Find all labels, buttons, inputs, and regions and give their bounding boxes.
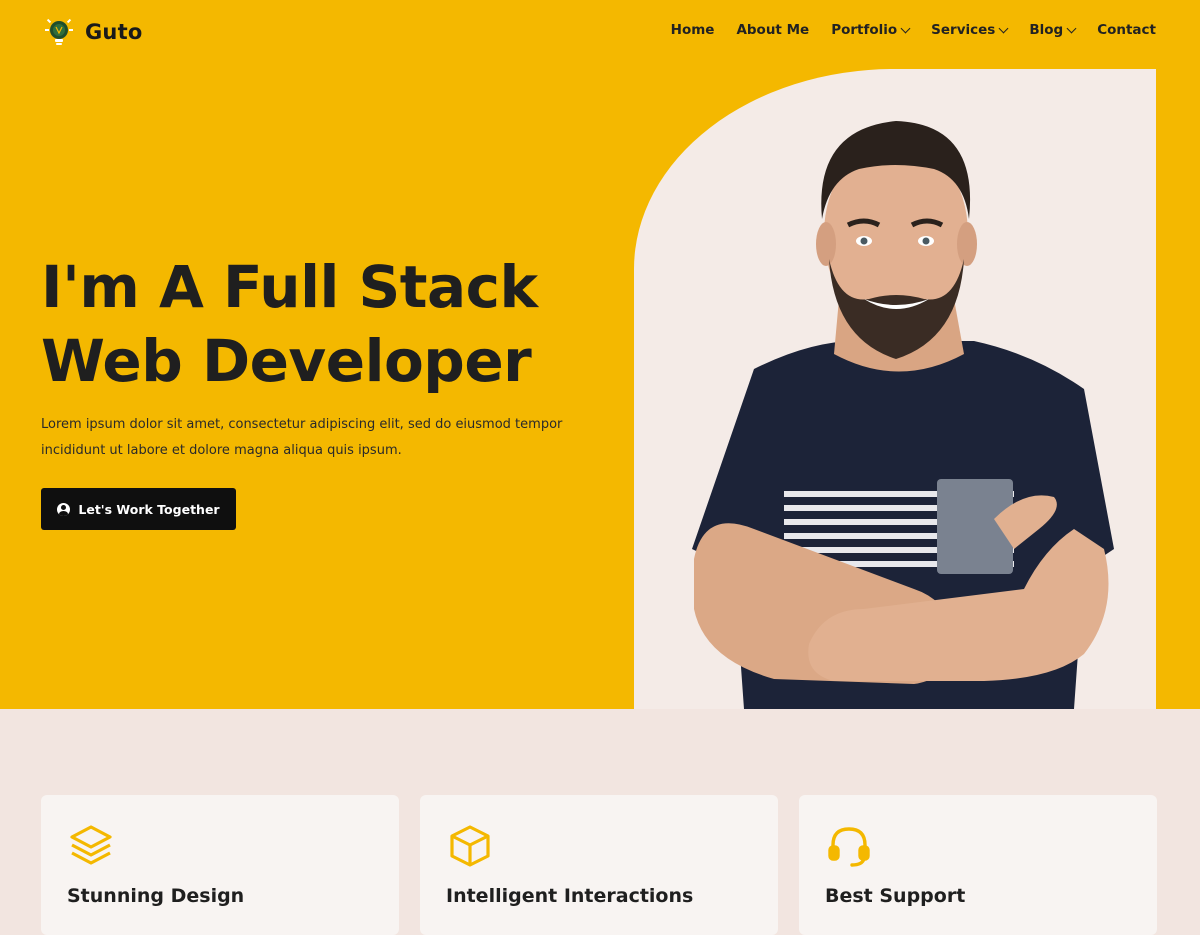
feature-card-stunning-design: Stunning Design <box>41 795 399 935</box>
developer-portrait-image <box>692 121 1114 709</box>
hero-description-line-1: Lorem ipsum dolor sit amet, consectetur … <box>41 417 563 432</box>
nav-portfolio-label: Portfolio <box>831 22 898 38</box>
hero-section: Guto Home About Me Portfolio Services Bl… <box>0 0 1200 709</box>
hero-title-line-2: Web Developer <box>41 327 532 395</box>
feature-card-best-support: Best Support <box>799 795 1157 935</box>
headset-icon <box>826 823 872 869</box>
brand-name: Guto <box>85 20 143 44</box>
nav-portfolio[interactable]: Portfolio <box>831 22 911 38</box>
brand-logo[interactable]: Guto <box>43 16 142 48</box>
hero-title-line-1: I'm A Full Stack <box>41 253 538 321</box>
feature-title: Best Support <box>825 885 966 907</box>
hero-photo <box>634 69 1156 709</box>
nav-about-me[interactable]: About Me <box>736 22 809 38</box>
chevron-down-icon <box>900 23 911 33</box>
cta-label: Let's Work Together <box>78 501 220 517</box>
feature-title: Stunning Design <box>67 885 245 907</box>
nav-contact-label: Contact <box>1097 22 1156 38</box>
box-icon <box>447 823 493 869</box>
nav-blog[interactable]: Blog <box>1029 22 1077 38</box>
hero-description: Lorem ipsum dolor sit amet, consectetur … <box>41 412 581 464</box>
nav-home-label: Home <box>670 22 715 38</box>
nav-about-me-label: About Me <box>736 22 810 38</box>
lightbulb-logo-icon <box>43 16 75 48</box>
nav-contact[interactable]: Contact <box>1097 22 1156 38</box>
nav-services[interactable]: Services <box>931 22 1009 38</box>
nav-blog-label: Blog <box>1029 22 1064 38</box>
feature-title: Intelligent Interactions <box>446 885 694 907</box>
chevron-down-icon <box>998 23 1009 33</box>
feature-card-intelligent-interactions: Intelligent Interactions <box>420 795 778 935</box>
layers-icon <box>68 823 114 869</box>
nav-home[interactable]: Home <box>671 22 715 38</box>
user-circle-icon <box>57 502 71 516</box>
chevron-down-icon <box>1066 23 1077 33</box>
main-nav: Home About Me Portfolio Services Blog Co… <box>671 22 1156 38</box>
nav-services-label: Services <box>931 22 996 38</box>
lets-work-together-button[interactable]: Let's Work Together <box>41 488 236 530</box>
hero-description-line-2: incididunt ut labore et dolore magna ali… <box>41 443 402 458</box>
hero-title: I'm A Full Stack Web Developer <box>41 250 601 398</box>
